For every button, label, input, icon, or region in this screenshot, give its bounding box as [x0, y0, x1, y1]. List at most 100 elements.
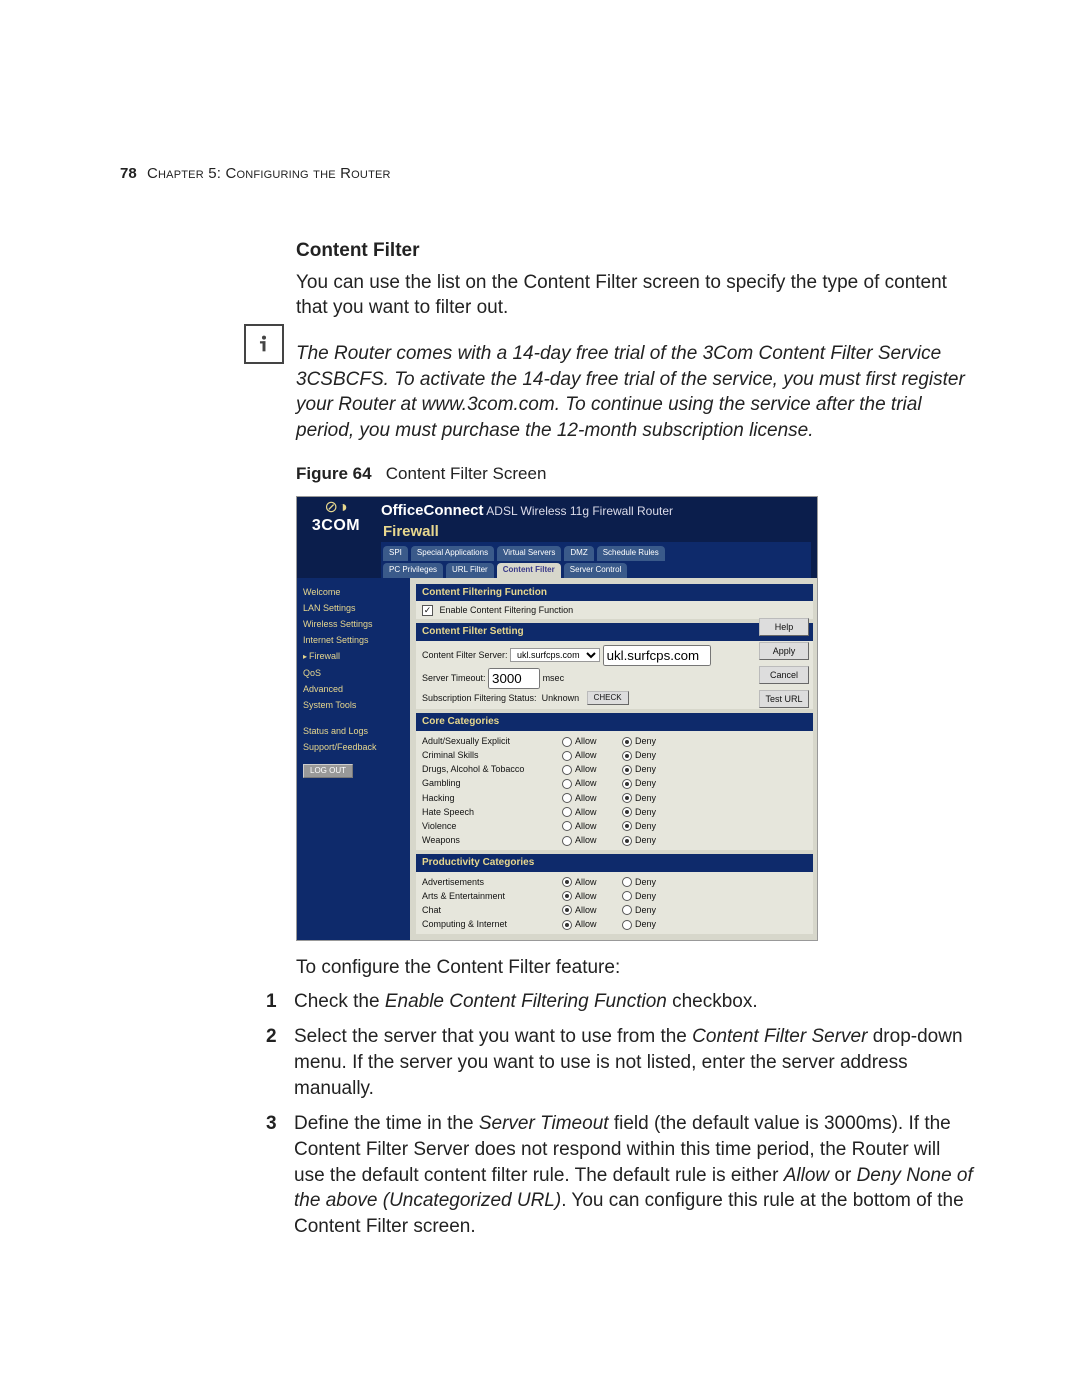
category-row: Criminal SkillsAllowDeny	[422, 748, 807, 762]
allow-radio[interactable]	[562, 737, 572, 747]
category-row: HackingAllowDeny	[422, 791, 807, 805]
step-item: 1Check the Enable Content Filtering Func…	[276, 989, 976, 1015]
deny-radio[interactable]	[622, 877, 632, 887]
test-url-button[interactable]: Test URL	[759, 690, 809, 708]
allow-radio[interactable]	[562, 905, 572, 915]
step-item: 2Select the server that you want to use …	[276, 1024, 976, 1101]
product-title: OfficeConnect ADSL Wireless 11g Firewall…	[381, 501, 811, 521]
info-icon	[244, 324, 284, 364]
category-label: Advertisements	[422, 876, 562, 888]
status-label: Subscription Filtering Status:	[422, 692, 537, 704]
panel-heading-filter-setting: Content Filter Setting	[416, 623, 813, 641]
category-label: Arts & Entertainment	[422, 890, 562, 902]
tab-content-filter[interactable]: Content Filter	[497, 563, 561, 578]
server-select[interactable]: ukl.surfcps.com	[510, 648, 600, 662]
timeout-unit: msec	[543, 672, 565, 684]
category-label: Criminal Skills	[422, 749, 562, 761]
category-label: Computing & Internet	[422, 918, 562, 930]
category-row: Drugs, Alcohol & TobaccoAllowDeny	[422, 762, 807, 776]
timeout-input[interactable]	[488, 668, 540, 689]
deny-radio[interactable]	[622, 737, 632, 747]
tab-special-applications[interactable]: Special Applications	[411, 546, 494, 561]
steps-intro: To configure the Content Filter feature:	[296, 955, 976, 981]
deny-radio[interactable]	[622, 920, 632, 930]
deny-radio[interactable]	[622, 765, 632, 775]
nav-lan-settings[interactable]: LAN Settings	[303, 600, 406, 616]
panel-heading-productivity: Productivity Categories	[416, 854, 813, 872]
check-button[interactable]: CHECK	[587, 691, 629, 706]
nav-firewall[interactable]: Firewall	[303, 648, 406, 665]
nav-qos[interactable]: QoS	[303, 665, 406, 681]
category-label: Violence	[422, 820, 562, 832]
status-value: Unknown	[542, 692, 580, 704]
nav-welcome[interactable]: Welcome	[303, 584, 406, 600]
category-label: Adult/Sexually Explicit	[422, 735, 562, 747]
nav-internet-settings[interactable]: Internet Settings	[303, 632, 406, 648]
side-nav: WelcomeLAN SettingsWireless SettingsInte…	[297, 578, 410, 941]
tab-url-filter[interactable]: URL Filter	[446, 563, 494, 578]
allow-radio[interactable]	[562, 751, 572, 761]
tab-spi[interactable]: SPI	[383, 546, 408, 561]
deny-radio[interactable]	[622, 793, 632, 803]
allow-radio[interactable]	[562, 836, 572, 846]
step-number: 1	[266, 989, 277, 1015]
allow-radio[interactable]	[562, 807, 572, 817]
help-button[interactable]: Help	[759, 618, 809, 636]
brand-text: 3COM	[297, 515, 375, 537]
apply-button[interactable]: Apply	[759, 642, 809, 660]
tab-server-control[interactable]: Server Control	[564, 563, 628, 578]
panel-heading-core: Core Categories	[416, 713, 813, 731]
section-firewall-title: Firewall	[381, 522, 811, 542]
chapter-title: Chapter 5: Configuring the Router	[147, 164, 391, 184]
allow-radio[interactable]	[562, 779, 572, 789]
category-label: Weapons	[422, 834, 562, 846]
logout-button[interactable]: LOG OUT	[303, 764, 353, 779]
logo-glyph: ⊘◑	[297, 501, 375, 515]
category-row: Hate SpeechAllowDeny	[422, 805, 807, 819]
nav-support-feedback[interactable]: Support/Feedback	[303, 739, 406, 755]
allow-radio[interactable]	[562, 920, 572, 930]
nav-system-tools[interactable]: System Tools	[303, 697, 406, 713]
productivity-category-list: AdvertisementsAllowDenyArts & Entertainm…	[416, 872, 813, 935]
note-paragraph: The Router comes with a 14-day free tria…	[296, 341, 976, 444]
deny-radio[interactable]	[622, 807, 632, 817]
panel-heading-filtering-function: Content Filtering Function	[416, 584, 813, 602]
figure-caption-text: Content Filter Screen	[386, 464, 547, 483]
allow-radio[interactable]	[562, 891, 572, 901]
tab-pc-privileges[interactable]: PC Privileges	[383, 563, 443, 578]
nav-advanced[interactable]: Advanced	[303, 681, 406, 697]
allow-radio[interactable]	[562, 877, 572, 887]
category-row: GamblingAllowDeny	[422, 776, 807, 790]
deny-radio[interactable]	[622, 779, 632, 789]
category-label: Hate Speech	[422, 806, 562, 818]
figure-caption: Figure 64 Content Filter Screen	[296, 463, 976, 486]
enable-filtering-checkbox[interactable]	[422, 605, 433, 616]
nav-status-and-logs[interactable]: Status and Logs	[303, 723, 406, 739]
server-label: Content Filter Server:	[422, 649, 508, 661]
tab-virtual-servers[interactable]: Virtual Servers	[497, 546, 561, 561]
allow-radio[interactable]	[562, 793, 572, 803]
category-row: Adult/Sexually ExplicitAllowDeny	[422, 734, 807, 748]
nav-wireless-settings[interactable]: Wireless Settings	[303, 616, 406, 632]
step-number: 3	[266, 1111, 277, 1137]
category-row: AdvertisementsAllowDeny	[422, 875, 807, 889]
allow-radio[interactable]	[562, 821, 572, 831]
cancel-button[interactable]: Cancel	[759, 666, 809, 684]
tab-dmz[interactable]: DMZ	[564, 546, 593, 561]
server-text-input[interactable]	[603, 645, 711, 666]
allow-radio[interactable]	[562, 765, 572, 775]
deny-radio[interactable]	[622, 891, 632, 901]
deny-radio[interactable]	[622, 905, 632, 915]
deny-radio[interactable]	[622, 821, 632, 831]
category-row: Computing & InternetAllowDeny	[422, 917, 807, 931]
category-label: Drugs, Alcohol & Tobacco	[422, 763, 562, 775]
category-row: ViolenceAllowDeny	[422, 819, 807, 833]
deny-radio[interactable]	[622, 751, 632, 761]
tab-schedule-rules[interactable]: Schedule Rules	[597, 546, 665, 561]
deny-radio[interactable]	[622, 836, 632, 846]
brand-logo: ⊘◑ 3COM	[297, 497, 375, 577]
figure-label: Figure 64	[296, 464, 372, 483]
step-number: 2	[266, 1024, 277, 1050]
product-name: OfficeConnect	[381, 502, 484, 519]
page-number: 78	[120, 164, 137, 184]
